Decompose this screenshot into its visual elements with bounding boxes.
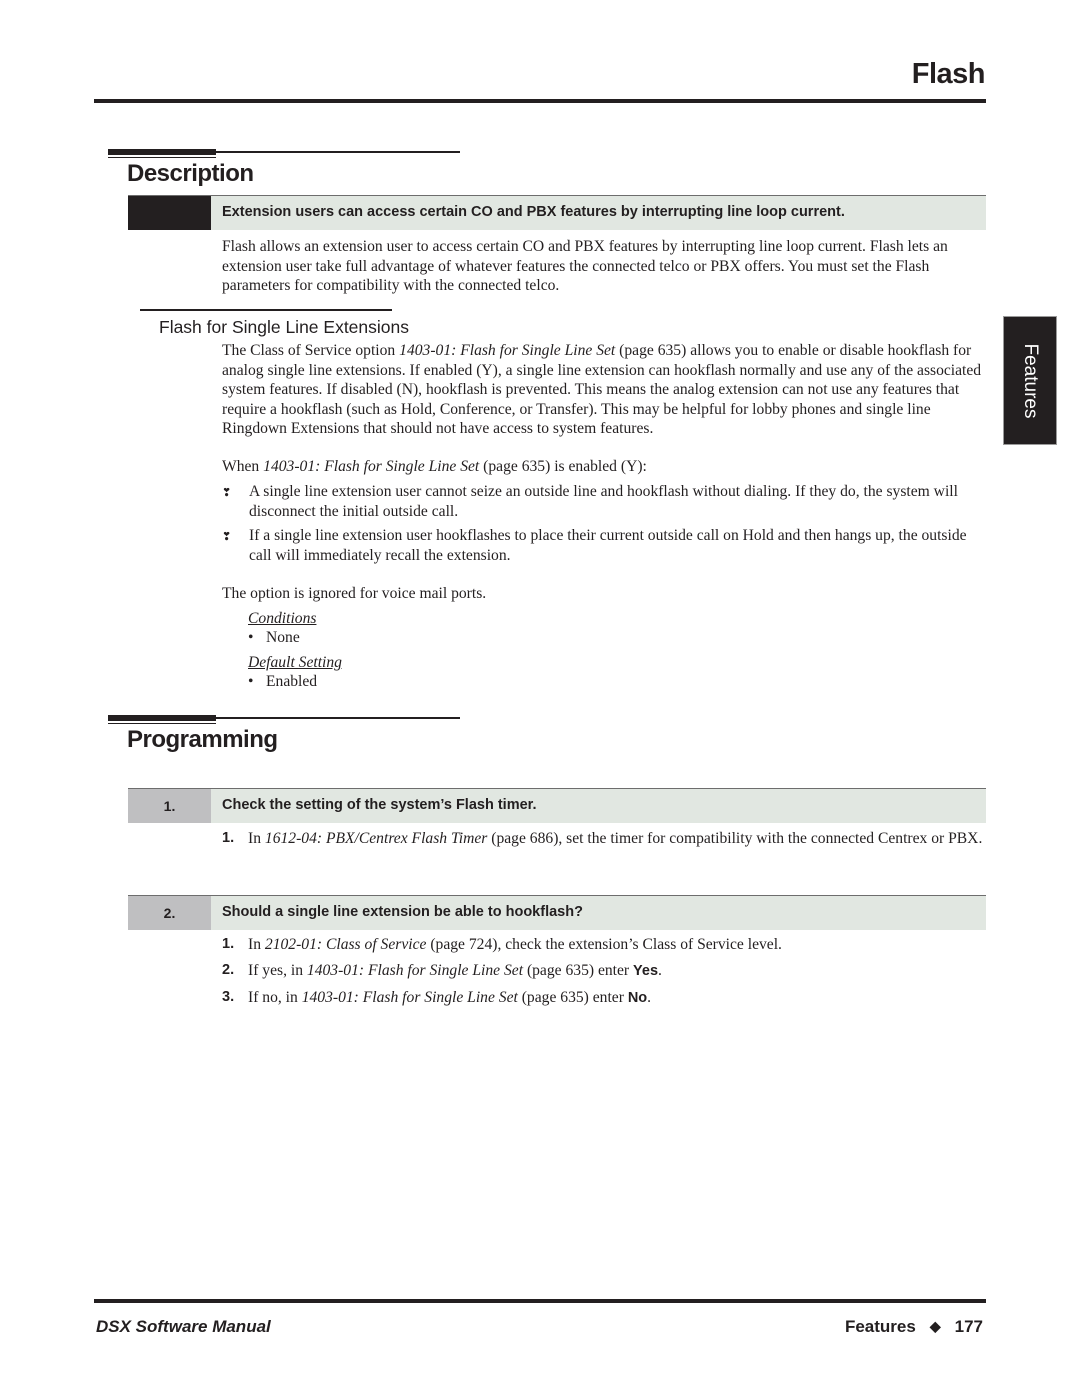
substep-text-part: If yes, in: [248, 962, 307, 979]
entry-value: Yes: [633, 963, 659, 979]
subsection-heading: Flash for Single Line Extensions: [159, 317, 409, 337]
program-reference-link[interactable]: 1403-01: Flash for Single Line Set: [399, 342, 615, 359]
default-setting-value: Enabled: [266, 673, 318, 690]
subsection-rule: [140, 309, 392, 311]
description-heading: Description: [127, 160, 254, 187]
step-title: Check the setting of the system’s Flash …: [222, 797, 537, 813]
default-setting-label: Default Setting: [248, 654, 342, 671]
substep-number: 2.: [222, 962, 235, 978]
conditions-value: None: [266, 629, 300, 646]
footer-manual-title: DSX Software Manual: [96, 1317, 271, 1336]
substep-text-part: (page 635) enter: [517, 989, 628, 1006]
substep-text-part: In: [248, 936, 265, 953]
page-title: Flash: [911, 58, 986, 90]
program-reference-link[interactable]: 2102-01: Class of Service: [265, 936, 427, 953]
substep-text: In 1612-04: PBX/Centrex Flash Timer (pag…: [248, 829, 986, 849]
footer-section: Features: [844, 1317, 916, 1336]
description-banner: Extension users can access certain CO an…: [128, 195, 986, 230]
substep-number: 3.: [222, 989, 235, 1005]
subsection-para-3: The option is ignored for voice mail por…: [222, 585, 487, 602]
side-tab-label: Features: [1020, 343, 1041, 418]
section-rule-thin: [108, 717, 460, 719]
subsection-para-2: When 1403-01: Flash for Single Line Set …: [222, 457, 986, 477]
substep-text: In 2102-01: Class of Service (page 724),…: [248, 935, 986, 955]
program-reference-link[interactable]: 1403-01: Flash for Single Line Set: [263, 458, 479, 475]
default-setting-item: • Enabled: [248, 672, 317, 692]
banner-text: Extension users can access certain CO an…: [222, 204, 845, 220]
program-reference-link[interactable]: 1612-04: PBX/Centrex Flash Timer: [265, 830, 487, 847]
conditions-item: • None: [248, 628, 300, 648]
program-reference-link[interactable]: 1403-01: Flash for Single Line Set: [307, 962, 523, 979]
para-text: When: [222, 458, 264, 475]
step-number: 2.: [128, 896, 211, 930]
substep-text: If yes, in 1403-01: Flash for Single Lin…: [248, 962, 662, 979]
substep-text-part: If no, in: [248, 989, 302, 1006]
substep-text-part: (page 686), set the timer for compatibil…: [487, 830, 983, 847]
step-banner-1: 1. Check the setting of the system’s Fla…: [128, 788, 986, 823]
page-number: 177: [954, 1317, 983, 1336]
substep-text-part: In: [248, 830, 265, 847]
bullet-text: A single line extension user cannot seiz…: [249, 483, 958, 520]
para-text: (page 635) is enabled (Y):: [479, 458, 647, 475]
arrow-bullet-icon: ❣: [222, 531, 232, 543]
substep-text-part: (page 724), check the extension’s Class …: [426, 936, 782, 953]
footer-page-info: Features ◆ 177: [845, 1317, 983, 1337]
programming-heading: Programming: [127, 726, 278, 753]
program-reference-link[interactable]: 1403-01: Flash for Single Line Set: [302, 989, 518, 1006]
footer-rule: [94, 1299, 986, 1303]
step-banner-2: 2. Should a single line extension be abl…: [128, 895, 986, 930]
subsection-para-1: The Class of Service option 1403-01: Fla…: [222, 341, 986, 439]
header-rule: [94, 99, 986, 103]
section-rule-under: [108, 723, 216, 724]
step-title: Should a single line extension be able t…: [222, 904, 583, 920]
entry-value: No: [627, 990, 648, 1006]
dot-bullet-icon: •: [248, 673, 254, 690]
substep-number: 1.: [222, 936, 235, 952]
conditions-label: Conditions: [248, 610, 317, 627]
dot-bullet-icon: •: [248, 629, 254, 646]
substep-text: If no, in 1403-01: Flash for Single Line…: [248, 989, 652, 1006]
substep-number: 1.: [222, 830, 235, 846]
section-rule-under: [108, 157, 216, 158]
step-number: 1.: [128, 789, 211, 823]
bullet-text: If a single line extension user hookflas…: [249, 527, 967, 564]
para-text: The Class of Service option: [222, 342, 400, 359]
side-tab-features[interactable]: Features: [1003, 316, 1057, 445]
arrow-bullet-icon: ❣: [222, 487, 232, 499]
section-rule-thin: [108, 151, 460, 153]
diamond-icon: ◆: [929, 1318, 941, 1334]
banner-marker: [128, 196, 211, 230]
description-intro: Flash allows an extension user to access…: [222, 238, 948, 294]
substep-text-part: (page 635) enter: [523, 962, 634, 979]
